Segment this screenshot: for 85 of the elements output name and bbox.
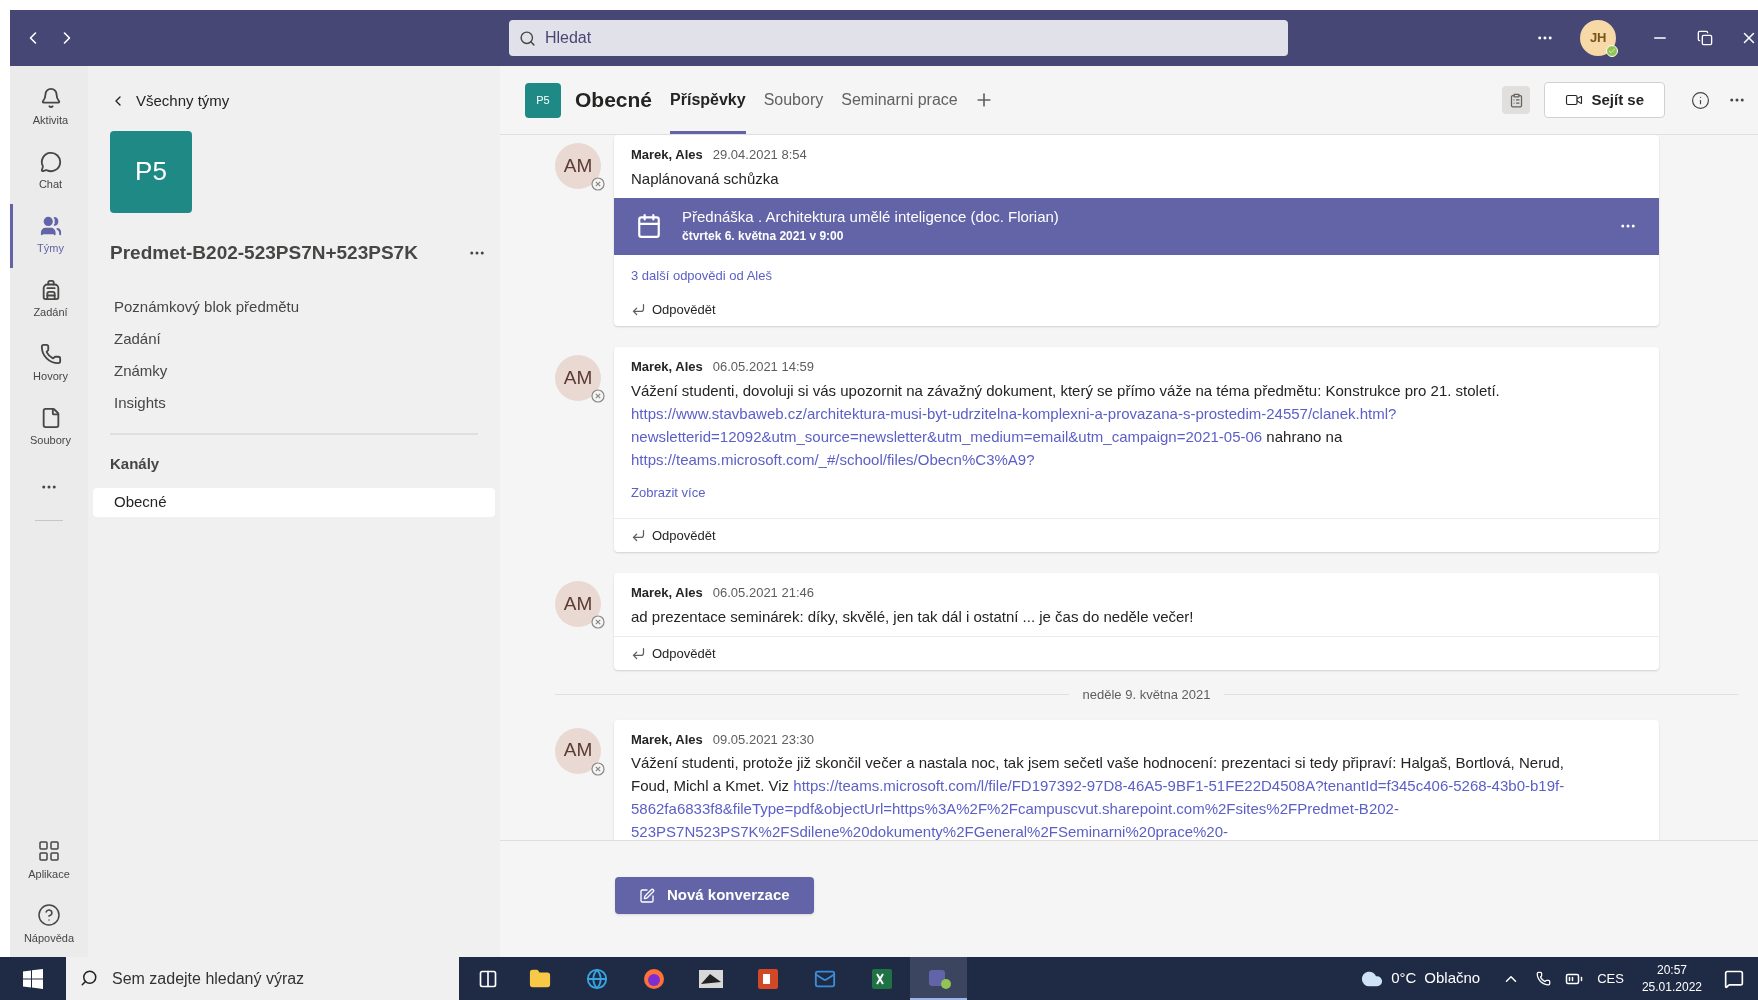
- channel-title: Obecné: [575, 87, 653, 114]
- meet-button[interactable]: Sejít se: [1544, 82, 1665, 118]
- author-name: Marek, Ales: [631, 584, 703, 602]
- rail-item[interactable]: Hovory: [10, 332, 88, 396]
- author-name: Marek, Ales: [631, 358, 703, 376]
- taskbar-search-field[interactable]: Sem zadejte hledaný výraz: [66, 957, 459, 1000]
- grid-icon: [37, 839, 61, 864]
- show-more-link[interactable]: Zobrazit více: [631, 484, 706, 500]
- meeting-date: čtvrtek 6. května 2021 v 9:00: [682, 228, 845, 245]
- search-field[interactable]: Hledat: [508, 20, 1289, 56]
- restore-icon[interactable]: [1697, 30, 1714, 46]
- new-conversation-button[interactable]: Nová konverzace: [615, 877, 814, 914]
- phone-icon[interactable]: [1536, 971, 1552, 986]
- status-icon: [591, 389, 605, 403]
- channel-tab[interactable]: Soubory: [763, 66, 824, 134]
- replies-link[interactable]: 3 další odpovědi od Aleš: [631, 267, 772, 283]
- status-icon: [1606, 45, 1619, 57]
- message-text: Naplánovaná schůzka: [631, 168, 780, 189]
- reply-arrow-icon: [631, 645, 646, 661]
- compose-icon: [639, 887, 655, 904]
- timestamp: 09.05.2021 23:30: [712, 730, 814, 749]
- team-name: Predmet-B202-523PS7N+523PS7K: [110, 240, 419, 265]
- language-indicator[interactable]: CES: [1597, 968, 1624, 989]
- weather-text: Oblačno: [1424, 968, 1481, 989]
- author-name: Marek, Ales: [631, 730, 703, 749]
- temperature: 0°C: [1391, 968, 1417, 989]
- rail-item[interactable]: Nápověda: [10, 893, 88, 957]
- avatar: AM: [555, 355, 601, 401]
- rail-item[interactable]: Chat: [10, 140, 88, 204]
- reply-button[interactable]: Odpovědět: [631, 643, 716, 663]
- info-icon[interactable]: [1691, 90, 1710, 110]
- timestamp: 29.04.2021 8:54: [712, 146, 807, 164]
- reply-button[interactable]: Odpovědět: [631, 299, 716, 319]
- author-name: Marek, Ales: [631, 146, 703, 164]
- avatar: AM: [555, 727, 601, 774]
- all-teams-link[interactable]: Všechny týmy: [110, 90, 500, 113]
- team-menu-item[interactable]: Insights: [114, 387, 500, 419]
- reply-arrow-icon: [631, 527, 646, 543]
- channel-tab[interactable]: Seminarni prace: [841, 66, 958, 134]
- chat-icon: [39, 151, 62, 174]
- calendar-icon: [636, 213, 662, 239]
- section-heading: Kanály: [110, 454, 161, 474]
- avatar: AM: [555, 581, 601, 627]
- rail-item[interactable]: Aplikace: [10, 829, 88, 893]
- team-tile: P5: [110, 130, 192, 213]
- channel-tile: P5: [525, 82, 561, 118]
- team-menu-item[interactable]: Známky: [114, 355, 500, 387]
- reply-button[interactable]: Odpovědět: [631, 525, 716, 545]
- phone-icon: [39, 343, 62, 366]
- avatar: AM: [555, 143, 601, 189]
- timestamp: 06.05.2021 14:59: [712, 358, 814, 376]
- message-link[interactable]: https://www.stavbaweb.cz/architektura-musi-byt-udrzitelna-komplexni-a-provazana-s-prostedim-24557/clanek.html?: [631, 404, 1397, 422]
- reply-arrow-icon: [631, 301, 646, 317]
- meeting-banner[interactable]: Přednáška . Architektura umělé inteligence (doc. Florian) čtvrtek 6. května 2021 v 9:00: [614, 197, 1659, 255]
- message-text: ad prezentace seminárek: díky, skvělé, jen tak dál i ostatní ... je čas do neděle večer!: [631, 606, 1195, 627]
- windows-logo-icon: [23, 968, 43, 989]
- message-text: Vážení studenti, protože již skončil večer a nastala noc, tak jsem sečetl vaše hodnocení: prezentaci si tedy připraví: Halgaš, Bortlová, Nerud, Foud, Michl a Kmet. Viz https://teams.microsoft.com/l/file/FD197392-97D8-46A5-9BF1-51FE22D4508A?tenantId=f345c406-5268-43b0-b19f- 5862fa6833f8&fileType=pdf&objectUrl=https%3A%2F%2Fcampuscvut.sharepoint.com%2Fsites%2FPredmet-B202- 523PS7N523PS7K%2FSdilene%20dokumenty%2FGeneral%2FSeminarni%20prace%20-: [631, 753, 1566, 840]
- rail-item[interactable]: Soubory: [10, 396, 88, 460]
- status-icon: [591, 615, 605, 629]
- date-divider: neděle 9. května 2021: [1082, 686, 1211, 704]
- help-icon: [37, 903, 61, 928]
- clipboard-button[interactable]: [1502, 86, 1531, 114]
- timestamp: 06.05.2021 21:46: [712, 584, 814, 602]
- search-icon: [518, 30, 536, 47]
- people-icon: [39, 215, 62, 238]
- status-icon: [591, 177, 605, 191]
- rail-item[interactable]: Zadání: [10, 268, 88, 332]
- message-link[interactable]: 5862fa6833f8&fileType=pdf&objectUrl=https%3A%2F%2Fcampuscvut.sharepoint.com%2Fsites%2FPredmet-B202-: [631, 800, 1399, 817]
- status-icon: [591, 761, 605, 776]
- message-link[interactable]: https://teams.microsoft.com/l/file/FD197392-97D8-46A5-9BF1-51FE22D4508A?tenantId=f345c406-5268-43b0-b19f-: [793, 777, 1565, 794]
- notifications-icon[interactable]: [1724, 968, 1744, 989]
- message-link[interactable]: https://teams.microsoft.com/_#/school/files/Obecn%C3%A9?: [631, 450, 1035, 468]
- channel-item[interactable]: Obecné: [93, 487, 495, 517]
- message-link[interactable]: newsletterid=12092&utm_source=newsletter&utm_medium=email&utm_campaign=2021-05-06: [631, 427, 1263, 445]
- meeting-title: Přednáška . Architektura umělé inteligence (doc. Florian): [682, 207, 1060, 227]
- team-menu-item[interactable]: Zadání: [114, 323, 500, 355]
- bell-icon: [39, 87, 62, 110]
- message-text: Vážení studenti, dovoluji si vás upozornit na závažný dokument, který se přímo váže na téma předmětu: Konstrukce pro 21. století. https://www.stavbaweb.cz/architektura-musi-byt-udrzitelna-komplexni-a-provazana-s-prostedim-24557/clanek.html? newsletterid=12092&utm_source=newsletter&utm_medium=email&utm_campaign=2021-05-06 nahrano na https://teams.microsoft.com/_#/school/files/Obecn%C3%A9?: [631, 380, 1501, 470]
- team-menu-item[interactable]: Poznámkový blok předmětu: [114, 291, 500, 323]
- message-link[interactable]: 523PS7N523PS7K%2FSdilene%20dokumenty%2FGeneral%2FSeminarni%20prace%20-: [631, 823, 1228, 840]
- user-avatar[interactable]: JH: [1580, 20, 1617, 56]
- search-icon: [80, 969, 98, 987]
- clock[interactable]: 20:57 25.01.2022: [1641, 961, 1702, 996]
- rail-item[interactable]: Aktivita: [10, 76, 88, 140]
- clipboard-icon: [1508, 92, 1524, 108]
